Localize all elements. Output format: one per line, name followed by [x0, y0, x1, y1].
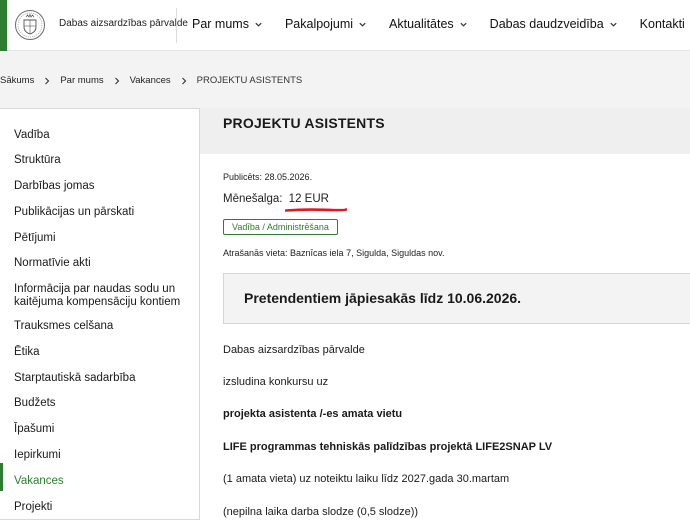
sidebar-item-ipasumi[interactable]: Īpašumi — [14, 423, 54, 436]
sidebar-item-vadiba[interactable]: Vadība — [14, 129, 50, 142]
deadline-box: Pretendentiem jāpiesakās līdz 10.06.2026… — [223, 273, 690, 324]
chevron-down-icon — [610, 22, 617, 27]
chevron-right-icon — [45, 77, 50, 84]
paragraph: LIFE programmas tehniskās palīdzības pro… — [223, 441, 553, 453]
sidebar-item-etika[interactable]: Ētika — [14, 346, 40, 359]
vacancy-details: Publicēts: 28.05.2026. Mēnešalga: 12 EUR… — [200, 154, 690, 520]
sidebar-item-darbibas-jomas[interactable]: Darbības jomas — [14, 180, 95, 193]
header-divider — [176, 8, 177, 43]
nav-item-dabas-daudzveidiba[interactable]: Dabas daudzveidība — [490, 17, 618, 31]
page-title: PROJEKTU ASISTENTS — [223, 115, 385, 131]
sidebar-item-iepirkumi[interactable]: Iepirkumi — [14, 449, 61, 462]
sidebar-item-trauksmes-celsana[interactable]: Trauksmes celšana — [14, 320, 113, 333]
sidebar: Vadība Struktūra Darbības jomas Publikāc… — [0, 108, 200, 520]
site-header: Dabas aizsardzības pārvalde Par mums Pak… — [0, 0, 690, 51]
category-tag[interactable]: Vadība / Administrēšana — [223, 219, 338, 235]
breadcrumb-item-sakums[interactable]: Sākums — [0, 75, 34, 86]
deadline-text: Pretendentiem jāpiesakās līdz 10.06.2026… — [244, 290, 522, 306]
salary-value: 12 EUR — [288, 193, 329, 205]
sidebar-item-starptautiska-sadarbiba[interactable]: Starptautiskā sadarbība — [14, 372, 135, 385]
nav-item-kontakti[interactable]: Kontakti — [640, 17, 690, 31]
paragraph: izsludina konkursu uz — [223, 376, 329, 388]
title-box: PROJEKTU ASISTENTS — [200, 108, 690, 154]
sidebar-item-vakances[interactable]: Vakances — [14, 475, 64, 488]
chevron-down-icon — [460, 22, 467, 27]
chevron-down-icon — [255, 22, 262, 27]
nav-item-pakalpojumi[interactable]: Pakalpojumi — [285, 17, 367, 31]
chevron-right-icon — [181, 77, 186, 84]
salary-label: Mēnešalga: — [223, 193, 283, 205]
paragraph: (1 amata vieta) uz noteiktu laiku līdz 2… — [223, 473, 510, 485]
breadcrumb-item-vakances[interactable]: Vakances — [130, 75, 171, 86]
nav-item-par-mums[interactable]: Par mums — [192, 17, 263, 31]
paragraph: Dabas aizsardzības pārvalde — [223, 344, 365, 356]
sidebar-item-normativie-akti[interactable]: Normatīvie akti — [14, 257, 91, 270]
nav-label: Aktualitātes — [389, 17, 454, 31]
org-name[interactable]: Dabas aizsardzības pārvalde — [59, 18, 188, 29]
chevron-down-icon — [359, 22, 366, 27]
nav-label: Par mums — [192, 17, 249, 31]
sidebar-item-struktura[interactable]: Struktūra — [14, 154, 61, 167]
nav-label: Dabas daudzveidība — [489, 17, 604, 31]
sidebar-item-petijumi[interactable]: Pētījumi — [14, 232, 56, 245]
paragraph: (nepilna laika darba slodze (0,5 slodze)… — [223, 506, 419, 518]
coat-of-arms-logo[interactable] — [14, 9, 46, 41]
sidebar-item-projekti[interactable]: Projekti — [14, 501, 52, 514]
sidebar-active-indicator — [0, 463, 3, 491]
accent-bar — [0, 0, 7, 51]
location: Atrašanās vieta: Baznīcas iela 7, Siguld… — [223, 248, 445, 258]
chevron-right-icon — [114, 77, 119, 84]
main-content: PROJEKTU ASISTENTS Publicēts: 28.05.2026… — [200, 108, 690, 520]
breadcrumb-current: PROJEKTU ASISTENTS — [196, 75, 303, 86]
nav-label: Kontakti — [639, 17, 685, 31]
salary: Mēnešalga: 12 EUR — [223, 193, 329, 205]
nav-label: Pakalpojumi — [284, 17, 354, 31]
nav-item-aktualitates[interactable]: Aktualitātes — [389, 17, 468, 31]
sidebar-item-budzets[interactable]: Budžets — [14, 397, 56, 410]
published-date: Publicēts: 28.05.2026. — [223, 172, 313, 182]
sidebar-item-naudas-sodu[interactable]: Informācija par naudas sodu un kaitējuma… — [14, 283, 192, 309]
main-nav: Par mums Pakalpojumi Aktualitātes Dabas … — [192, 17, 690, 31]
breadcrumb: Sākums Par mums Vakances PROJEKTU ASISTE… — [0, 75, 302, 86]
sidebar-item-publikacijas[interactable]: Publikācijas un pārskati — [14, 206, 134, 219]
breadcrumb-item-par-mums[interactable]: Par mums — [60, 75, 103, 86]
red-underline-mark — [285, 208, 347, 212]
paragraph: projekta asistenta /-es amata vietu — [223, 408, 403, 420]
